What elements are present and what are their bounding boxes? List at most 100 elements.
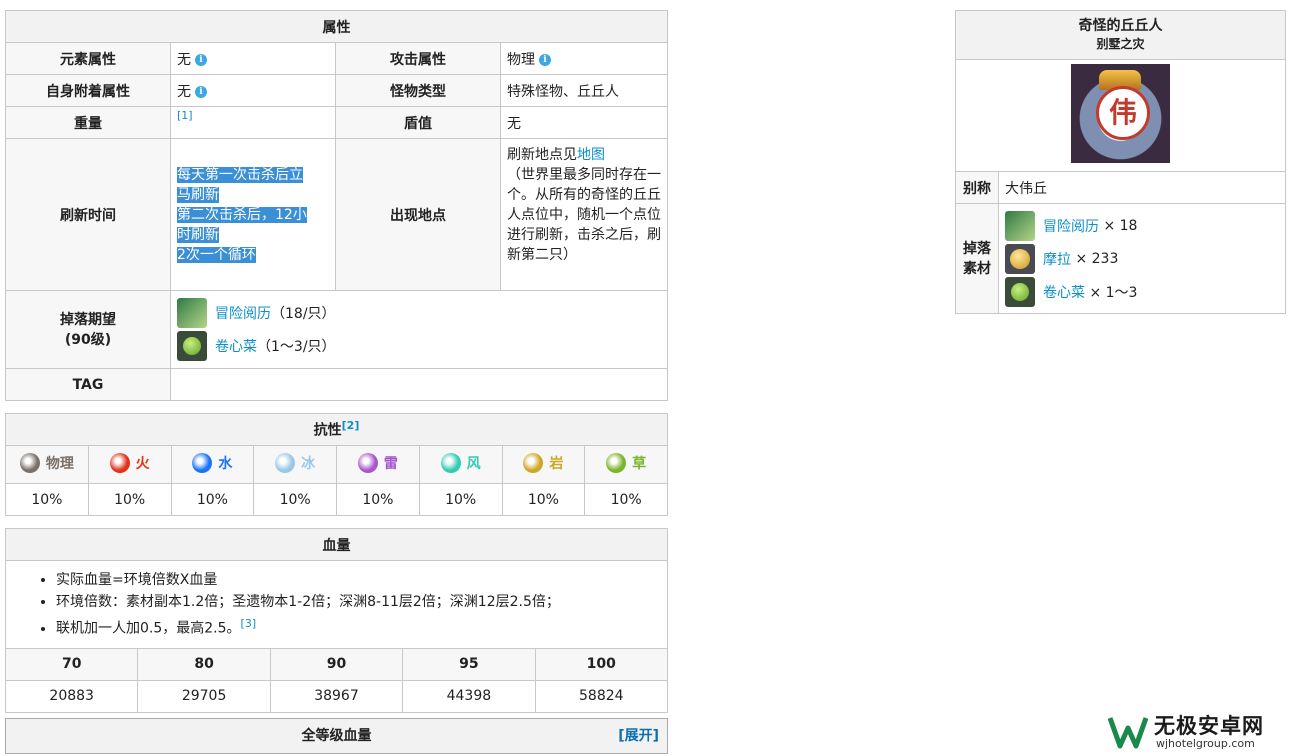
drop-item-qty: （1～3/只）	[257, 339, 336, 355]
list-item: 联机加一人加0.5，最高2.5。[3]	[56, 613, 661, 640]
list-item: 卷心菜 （1～3/只）	[177, 330, 661, 363]
resist-value: 10%	[418, 483, 503, 516]
info-icon[interactable]: i	[539, 53, 551, 66]
alias-value: 大伟丘	[998, 171, 1286, 204]
watermark-name: 无极安卓网	[1154, 714, 1264, 738]
physical-icon	[19, 452, 40, 473]
element-name: 物理	[45, 455, 74, 472]
resistance-header: 抗性[2]	[5, 413, 668, 446]
drop-item-link[interactable]: 冒险阅历	[1043, 216, 1099, 236]
resist-pyro: 火	[87, 445, 172, 484]
watermark: 无极安卓网 wjhotelgroup.com	[1107, 710, 1288, 752]
resist-cryo: 冰	[253, 445, 337, 484]
hp-value: 20883	[4, 679, 139, 713]
drop-expect-title: 掉落期望	[60, 311, 116, 328]
attack-attr-label: 攻击属性	[335, 42, 501, 75]
refresh-line: 马刷新	[177, 186, 219, 203]
self-attach-value: 无	[177, 83, 191, 100]
cryo-icon	[275, 452, 296, 473]
hp-table: 血量 实际血量=环境倍数X血量 环境倍数：素材副本1.2倍；圣遗物本1-2倍；深…	[4, 528, 669, 713]
resist-physical: 物理	[5, 445, 89, 484]
expand-toggle[interactable]: [展开]	[618, 719, 659, 753]
list-item: 环境倍数：素材副本1.2倍；圣遗物本1-2倍；深渊8-11层2倍；深渊12层2.…	[56, 591, 661, 613]
hp-notes: 实际血量=环境倍数X血量 环境倍数：素材副本1.2倍；圣遗物本1-2倍；深渊8-…	[6, 569, 661, 640]
list-item: 冒险阅历 （18/只）	[177, 297, 661, 330]
drop-item-link[interactable]: 冒险阅历	[215, 303, 271, 323]
location-cell: 刷新地点见地图 （世界里最多同时存在一个。从所有的奇怪的丘丘人点位中，随机一个点位…	[500, 138, 668, 291]
monster-type-value: 特殊怪物、丘丘人	[500, 74, 668, 107]
info-icon[interactable]: i	[195, 53, 207, 66]
infobox-drop-label: 掉落 素材	[955, 203, 999, 314]
resist-value: 10%	[5, 483, 89, 516]
drop-item-link[interactable]: 卷心菜	[1043, 282, 1085, 302]
adventure-exp-icon[interactable]	[177, 298, 207, 328]
resistance-ref-link[interactable]: [2]	[342, 419, 360, 432]
pyro-icon	[109, 452, 130, 473]
drop-expect-cell: 冒险阅历 （18/只） 卷心菜 （1～3/只）	[170, 290, 668, 369]
monster-type-label: 怪物类型	[335, 74, 501, 107]
infobox-drop-cell: 冒险阅历 × 18 摩拉 × 233 卷心菜 × 1～3	[998, 203, 1286, 314]
hp-level-header: 90	[269, 647, 404, 681]
hp-note-text: 联机加一人加0.5，最高2.5。	[56, 620, 241, 637]
resist-value: 10%	[87, 483, 172, 516]
monster-portrait[interactable]: 伟	[1071, 64, 1170, 163]
portrait-emblem: 伟	[1096, 86, 1150, 140]
hp-value: 38967	[269, 679, 404, 713]
mora-icon[interactable]	[1005, 243, 1035, 274]
refresh-line: 每天第一次击杀后立	[177, 166, 303, 183]
weight-ref-link[interactable]: [1]	[177, 109, 193, 122]
map-link[interactable]: 地图	[577, 147, 605, 163]
resist-hydro: 水	[170, 445, 255, 484]
hp-level-header: 95	[402, 647, 536, 681]
info-icon[interactable]: i	[195, 85, 207, 98]
adventure-exp-icon[interactable]	[1005, 210, 1035, 241]
attack-attr-cell: 物理 i	[500, 42, 668, 75]
tag-label: TAG	[5, 368, 171, 401]
resistance-table: 抗性[2] 物理 火 水 冰 雷 风 岩 草 10% 10% 10% 10% 1…	[5, 413, 668, 516]
element-name: 水	[218, 455, 233, 472]
resist-value: 10%	[501, 483, 586, 516]
list-item: 实际血量=环境倍数X血量	[56, 569, 661, 591]
hp-value: 29705	[137, 679, 271, 713]
refresh-line: 2次一个循环	[177, 246, 256, 263]
shield-value: 无	[500, 106, 668, 139]
weight-cell: [1]	[170, 106, 336, 139]
drop-item-qty: （18/只）	[271, 306, 336, 322]
drop-item-link[interactable]: 卷心菜	[215, 336, 257, 356]
cabbage-icon[interactable]	[177, 331, 207, 361]
attack-attr-value: 物理	[507, 51, 535, 68]
infobox: 奇怪的丘丘人 别墅之灾 伟 别称 大伟丘 掉落 素材 冒险阅历 × 18 摩拉 ×…	[955, 10, 1286, 314]
watermark-logo-icon	[1107, 712, 1149, 750]
drop-item-qty: × 18	[1103, 217, 1138, 234]
infobox-header: 奇怪的丘丘人 别墅之灾	[955, 10, 1286, 60]
element-name: 岩	[549, 455, 564, 472]
geo-icon	[523, 452, 544, 473]
hp-ref-link[interactable]: [3]	[241, 617, 257, 630]
all-levels-hp-bar: 全等级血量 [展开]	[5, 718, 668, 754]
self-attach-cell: 无i	[170, 74, 336, 107]
element-name: 风	[466, 455, 481, 472]
alias-label: 别称	[955, 171, 999, 204]
attributes-header: 属性	[5, 10, 668, 43]
anemo-icon	[440, 452, 461, 473]
hp-level-header: 100	[534, 647, 669, 681]
watermark-url: wjhotelgroup.com	[1156, 737, 1255, 750]
drop-item-link[interactable]: 摩拉	[1043, 249, 1071, 269]
cabbage-icon[interactable]	[1005, 276, 1035, 307]
location-label: 出现地点	[335, 138, 501, 291]
refresh-time-label: 刷新时间	[5, 138, 171, 291]
element-name: 雷	[383, 455, 398, 472]
element-name: 火	[135, 455, 150, 472]
all-levels-hp-title: 全等级血量	[301, 728, 372, 744]
drop-label-line: 素材	[963, 260, 991, 277]
resist-geo: 岩	[501, 445, 586, 484]
drop-expect-label: 掉落期望 (90级)	[5, 290, 171, 369]
location-text: （世界里最多同时存在一个。从所有的奇怪的丘丘人点位中，随机一个点位进行刷新，击杀…	[507, 167, 661, 263]
resist-dendro: 草	[584, 445, 668, 484]
electro-icon	[357, 452, 378, 473]
list-item: 卷心菜 × 1～3	[1005, 275, 1279, 308]
resist-value: 10%	[170, 483, 255, 516]
hp-value: 44398	[402, 679, 536, 713]
hp-level-header: 80	[137, 647, 271, 681]
tag-cell	[170, 368, 668, 401]
